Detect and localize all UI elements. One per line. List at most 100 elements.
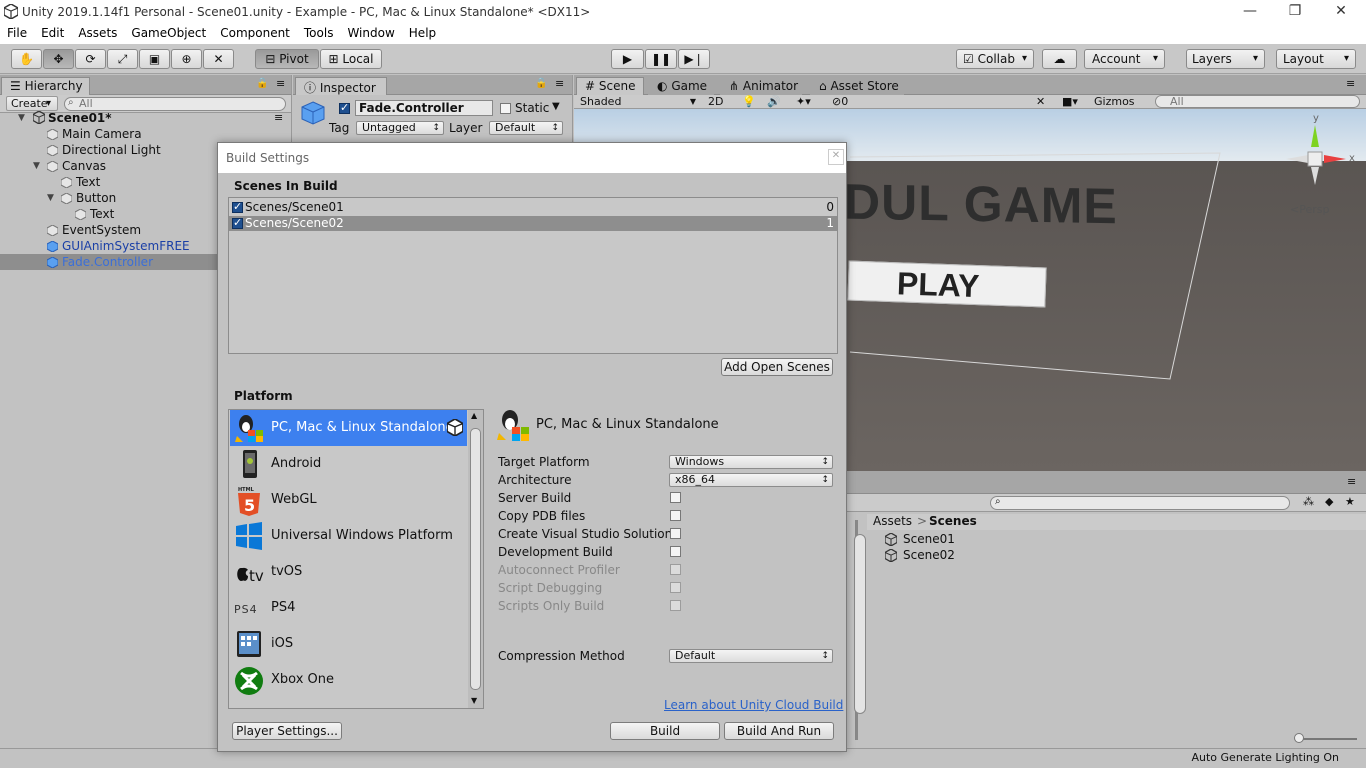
- filter-by-label-icon[interactable]: ◆: [1325, 495, 1333, 508]
- lock-icon[interactable]: 🔒: [535, 78, 547, 89]
- expand-triangle-icon[interactable]: ▼: [18, 110, 25, 126]
- favorite-star-icon[interactable]: ★: [1345, 495, 1355, 508]
- tab-asset-store[interactable]: ⌂ Asset Store: [810, 77, 904, 95]
- tab-hierarchy[interactable]: ☰ Hierarchy: [1, 77, 90, 95]
- menu-tools[interactable]: Tools: [297, 24, 341, 44]
- platform-item-webgl[interactable]: HTML 5 WebGL: [230, 482, 467, 518]
- account-dropdown[interactable]: Account: [1084, 49, 1165, 69]
- hierarchy-scene-row[interactable]: ▼ Scene01* ≡: [0, 110, 283, 126]
- pivot-toggle[interactable]: ⊟ Pivot: [255, 49, 319, 69]
- hand-tool-button[interactable]: ✋: [11, 49, 42, 69]
- create-vs-checkbox[interactable]: [670, 528, 681, 539]
- close-button[interactable]: ✕: [1318, 0, 1364, 24]
- custom-tool-button[interactable]: ✕: [203, 49, 234, 69]
- tab-inspector[interactable]: ⓘ Inspector: [295, 77, 387, 95]
- hierarchy-item[interactable]: ▼ Button: [0, 190, 217, 206]
- 2d-toggle[interactable]: 2D: [708, 95, 723, 108]
- icon-size-slider-thumb[interactable]: [1294, 733, 1304, 743]
- static-dropdown-icon[interactable]: ▼: [552, 101, 560, 112]
- project-scrollbar-thumb[interactable]: [854, 534, 866, 714]
- shading-dropdown[interactable]: Shaded ▼: [580, 95, 696, 109]
- rect-tool-button[interactable]: ▣: [139, 49, 170, 69]
- step-button[interactable]: ▶❘: [678, 49, 710, 69]
- collab-dropdown[interactable]: ☑ Collab: [956, 49, 1034, 69]
- hidden-objects-icon[interactable]: ⊘0: [832, 95, 848, 108]
- menu-component[interactable]: Component: [213, 24, 297, 44]
- breadcrumb-current[interactable]: Scenes: [929, 514, 977, 528]
- expand-triangle-icon[interactable]: ▼: [33, 158, 40, 174]
- platform-item-tvos[interactable]: tv tvOS: [230, 554, 467, 590]
- target-platform-dropdown[interactable]: Windows: [669, 455, 833, 469]
- table-row[interactable]: Scenes/Scene01 0: [229, 200, 837, 215]
- copy-pdb-checkbox[interactable]: [670, 510, 681, 521]
- panel-menu-icon[interactable]: ≡: [1346, 77, 1355, 90]
- layers-dropdown[interactable]: Layers: [1186, 49, 1265, 69]
- cloud-build-link[interactable]: Learn about Unity Cloud Build: [664, 698, 843, 712]
- hierarchy-item[interactable]: EventSystem: [0, 222, 217, 238]
- hierarchy-item[interactable]: ▼ Canvas: [0, 158, 217, 174]
- scroll-down-icon[interactable]: ▼: [471, 696, 477, 705]
- menu-gameobject[interactable]: GameObject: [124, 24, 213, 44]
- cloud-button[interactable]: ☁: [1042, 49, 1077, 69]
- scene-tools-icon[interactable]: ✕: [1036, 95, 1045, 108]
- platform-item-ps4[interactable]: PS4 PS4: [230, 590, 467, 626]
- platform-item-uwp[interactable]: Universal Windows Platform: [230, 518, 467, 554]
- platform-item-xbox[interactable]: Xbox One: [230, 662, 467, 698]
- layout-dropdown[interactable]: Layout: [1276, 49, 1356, 69]
- menu-edit[interactable]: Edit: [34, 24, 71, 44]
- persp-label[interactable]: <Persp: [1290, 203, 1329, 216]
- menu-window[interactable]: Window: [340, 24, 401, 44]
- project-search-input[interactable]: [990, 496, 1290, 510]
- panel-menu-icon[interactable]: ≡: [276, 77, 285, 90]
- scene-menu-icon[interactable]: ≡: [274, 110, 283, 126]
- camera-icon[interactable]: ■▾: [1062, 95, 1078, 108]
- icon-size-slider[interactable]: [1297, 738, 1357, 740]
- add-open-scenes-button[interactable]: Add Open Scenes: [721, 358, 833, 376]
- filter-by-type-icon[interactable]: ⁂: [1303, 495, 1314, 508]
- tag-dropdown[interactable]: Untagged: [356, 121, 444, 135]
- gizmos-dropdown[interactable]: Gizmos: [1094, 95, 1135, 108]
- audio-toggle-icon[interactable]: 🔊: [767, 95, 781, 108]
- local-toggle[interactable]: ⊞ Local: [320, 49, 382, 69]
- hierarchy-item[interactable]: GUIAnimSystemFREE: [0, 238, 217, 254]
- lighting-toggle-icon[interactable]: 💡: [742, 95, 756, 108]
- play-button[interactable]: ▶: [611, 49, 644, 69]
- platform-item-ios[interactable]: iOS: [230, 626, 467, 662]
- layer-dropdown[interactable]: Default: [489, 121, 563, 135]
- build-and-run-button[interactable]: Build And Run: [724, 722, 834, 740]
- platform-list-scrollbar[interactable]: ▲ ▼: [468, 410, 483, 708]
- scale-tool-button[interactable]: ⤢: [107, 49, 138, 69]
- dialog-close-button[interactable]: ✕: [828, 149, 844, 165]
- hierarchy-item[interactable]: Text: [0, 174, 217, 190]
- lock-icon[interactable]: 🔒: [256, 78, 268, 89]
- minimize-button[interactable]: —: [1227, 0, 1273, 24]
- hierarchy-search-input[interactable]: All: [64, 97, 286, 111]
- tab-animator[interactable]: ⋔ Animator: [720, 77, 802, 95]
- restore-button[interactable]: ❐: [1272, 0, 1318, 24]
- expand-triangle-icon[interactable]: ▼: [47, 190, 54, 206]
- server-build-checkbox[interactable]: [670, 492, 681, 503]
- static-checkbox[interactable]: [500, 103, 511, 114]
- scene-include-checkbox[interactable]: [232, 200, 243, 213]
- platform-item-android[interactable]: Android: [230, 446, 467, 482]
- pause-button[interactable]: ❚❚: [645, 49, 677, 69]
- active-checkbox[interactable]: [339, 101, 350, 114]
- effects-icon[interactable]: ✦▾: [796, 95, 811, 108]
- transform-tool-button[interactable]: ⊕: [171, 49, 202, 69]
- object-name-field[interactable]: Fade.Controller: [355, 100, 493, 116]
- panel-menu-icon[interactable]: ≡: [555, 77, 564, 90]
- hierarchy-item[interactable]: Main Camera: [0, 126, 217, 142]
- create-dropdown[interactable]: Create: [6, 96, 58, 111]
- hierarchy-item-selected[interactable]: Fade.Controller: [0, 254, 217, 270]
- scenes-list[interactable]: Scenes/Scene01 0 Scenes/Scene02 1: [228, 197, 838, 354]
- platform-list[interactable]: PC, Mac & Linux Standalone Android HTML 5…: [228, 409, 484, 709]
- platform-item-standalone[interactable]: PC, Mac & Linux Standalone: [230, 410, 467, 446]
- scroll-up-icon[interactable]: ▲: [471, 411, 477, 420]
- architecture-dropdown[interactable]: x86_64: [669, 473, 833, 487]
- platform-scrollbar-thumb[interactable]: [470, 428, 481, 690]
- panel-menu-icon[interactable]: ≡: [1347, 475, 1356, 488]
- build-button[interactable]: Build: [610, 722, 720, 740]
- player-settings-button[interactable]: Player Settings...: [232, 722, 342, 740]
- menu-file[interactable]: File: [0, 24, 34, 44]
- menu-help[interactable]: Help: [402, 24, 443, 44]
